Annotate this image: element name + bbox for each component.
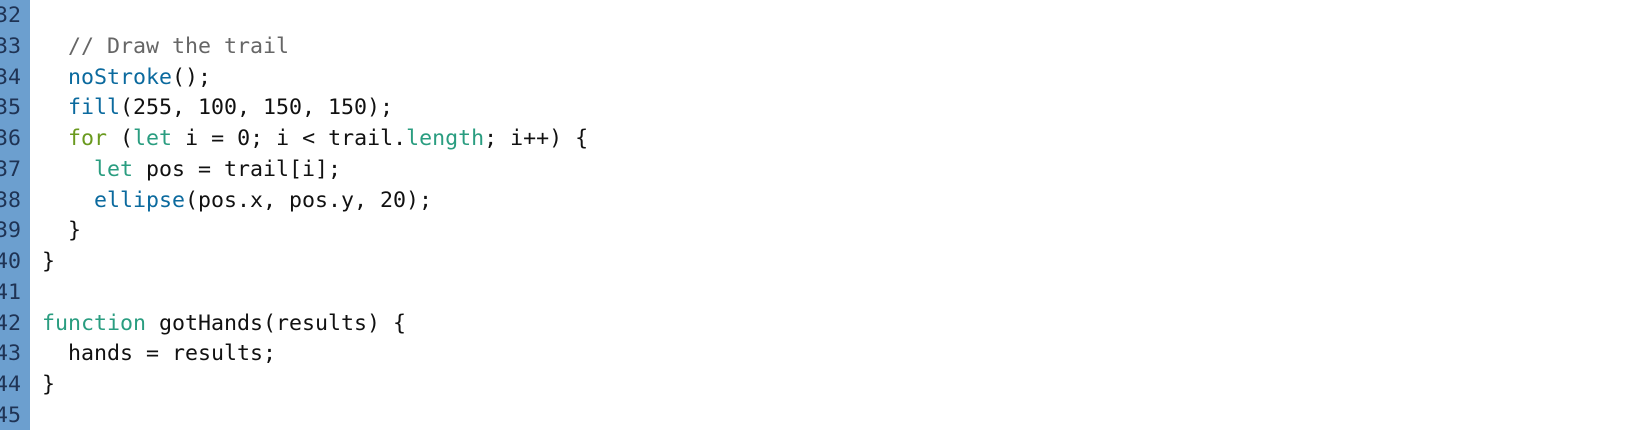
code-line: } [42, 369, 55, 400]
line-number: 43 [0, 341, 21, 367]
code-line: hands = results; [42, 338, 276, 369]
line-number: 34 [0, 64, 21, 90]
code-token: noStroke [68, 64, 173, 90]
code-token: i = 0; i < trail. [172, 126, 407, 151]
code-token: pos = trail[i]; [133, 156, 342, 182]
code-token: ; i++) { [484, 126, 589, 151]
line-number: 40 [0, 249, 21, 274]
code-line: fill(255, 100, 150, 150); [42, 92, 393, 123]
line-number: 35 [0, 95, 21, 121]
code-token: fill [68, 95, 121, 121]
line-number: 41 [0, 279, 21, 305]
line-number-gutter: 32 33 34 35 36 37 38 39 40 41 42 43 44 45 [0, 0, 30, 430]
code-token: let [94, 156, 134, 182]
code-token: ellipse [94, 187, 186, 213]
line-number: 44 [0, 372, 21, 397]
code-line: let pos = trail[i]; [42, 154, 341, 185]
code-token: } [42, 249, 56, 274]
code-token: } [42, 218, 82, 244]
line-number: 39 [0, 218, 21, 244]
line-number: 38 [0, 187, 21, 213]
code-token: hands = results; [42, 341, 277, 367]
line-number: 32 [0, 3, 21, 28]
line-number: 33 [0, 33, 21, 59]
code-token: (pos.x, pos.y, 20); [185, 187, 433, 213]
code-line: ellipse(pos.x, pos.y, 20); [42, 185, 432, 216]
code-token: (255, 100, 150, 150); [120, 95, 394, 121]
code-line: for (let i = 0; i < trail.length; i++) { [42, 123, 588, 154]
code-line: } [42, 215, 81, 246]
line-number: 36 [0, 126, 21, 151]
code-token: (); [172, 64, 212, 90]
code-token: gotHands(results) { [146, 310, 407, 336]
code-line: function gotHands(results) { [42, 308, 406, 339]
code-line: } [42, 246, 55, 277]
line-number: 42 [0, 310, 21, 336]
code-comment: // Draw the trail [68, 33, 290, 59]
code-token: for [68, 126, 108, 151]
code-token: length [406, 126, 485, 151]
code-line: // Draw the trail [42, 31, 289, 62]
code-token: ( [107, 126, 134, 151]
code-line: noStroke(); [42, 62, 211, 93]
line-number: 37 [0, 156, 21, 182]
code-token: let [133, 126, 173, 151]
line-number: 45 [0, 402, 21, 428]
code-token: function [42, 310, 147, 336]
code-token: } [42, 372, 56, 397]
